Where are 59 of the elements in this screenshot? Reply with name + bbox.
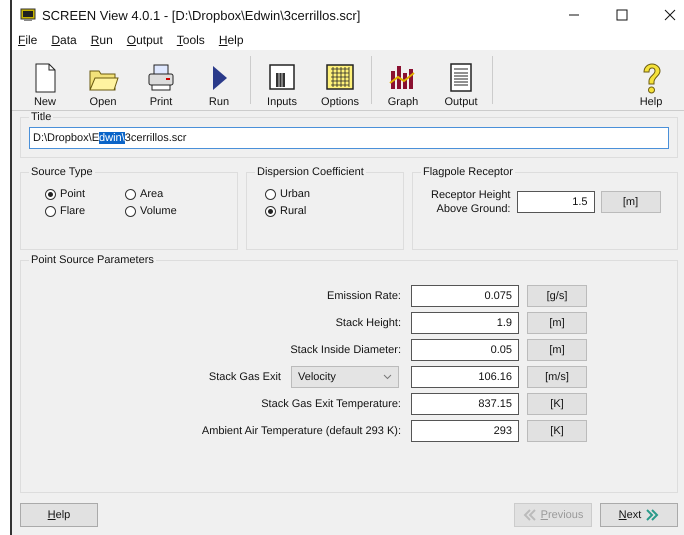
unit-button[interactable]: [K] [527, 392, 587, 414]
title-field[interactable]: D:\Dropbox\Edwin\3cerrillos.scr [29, 127, 669, 149]
field-label: Above Ground: [436, 202, 510, 216]
field-label: Receptor Height [431, 188, 510, 202]
app-icon [20, 8, 36, 22]
value-field[interactable]: 106.16 [411, 366, 519, 388]
menu-item[interactable]: File [18, 33, 38, 47]
toolbar-button[interactable]: Output [432, 52, 490, 108]
value-field[interactable]: 837.15 [411, 392, 519, 414]
value-field[interactable]: 0.05 [411, 338, 519, 360]
radio-option[interactable]: Volume [125, 205, 205, 217]
field-label: Ambient Air Temperature (default 293 K): [202, 424, 401, 436]
value-field[interactable]: 293 [411, 420, 519, 442]
unit-button[interactable]: [m] [527, 338, 587, 360]
unit-button[interactable]: [g/s] [527, 284, 587, 306]
radio-option[interactable]: Flare [45, 205, 125, 217]
field-label: Stack Height: [336, 316, 401, 328]
receptor-height-field[interactable]: 1.5 [516, 191, 594, 213]
group-label: Point Source Parameters [30, 254, 155, 266]
toolbar-button[interactable]: Graph [374, 52, 432, 108]
maximize-icon[interactable] [616, 9, 628, 21]
window-title: SCREEN View 4.0.1 - [D:\Dropbox\Edwin\3cerrillos.scr] [42, 8, 360, 22]
field-label: Stack Inside Diameter: [290, 344, 401, 356]
double-chevron-right-icon [645, 509, 660, 521]
unit-button[interactable]: [K] [527, 420, 587, 442]
toolbar-button[interactable]: New [16, 52, 74, 108]
toolbar-button[interactable]: Run [190, 52, 248, 108]
menu-item[interactable]: Data [51, 33, 77, 47]
value-field[interactable]: 1.9 [411, 312, 519, 334]
menu-item[interactable]: Help [218, 33, 244, 47]
toolbar-button[interactable]: Options [311, 52, 369, 108]
radio-option[interactable]: Rural [265, 205, 395, 217]
group-label: Source Type [30, 166, 94, 178]
menu-item[interactable]: Run [90, 33, 113, 47]
toolbar-button[interactable]: Inputs [253, 52, 311, 108]
unit-button[interactable]: [m] [527, 312, 587, 334]
menu-item[interactable]: Tools [176, 33, 205, 47]
next-button[interactable]: Next [600, 503, 678, 527]
unit-button[interactable]: [m/s] [527, 366, 587, 388]
unit-button[interactable]: [m] [600, 191, 660, 213]
help-button[interactable]: Help [20, 503, 98, 527]
close-icon[interactable] [664, 9, 676, 21]
radio-option[interactable]: Urban [265, 188, 395, 200]
toolbar-button[interactable]: Help [622, 52, 680, 108]
group-label: Flagpole Receptor [422, 166, 514, 178]
toolbar-button[interactable]: Print [132, 52, 190, 108]
group-label: Dispersion Coefficient [256, 166, 365, 178]
menu-item[interactable]: Output [126, 33, 163, 47]
dropdown[interactable]: Velocity [291, 366, 399, 388]
radio-option[interactable]: Point [45, 188, 125, 200]
field-label: Stack Gas Exit [208, 370, 281, 382]
value-field[interactable]: 0.075 [411, 284, 519, 306]
field-label: Stack Gas Exit Temperature: [261, 398, 401, 410]
group-label: Title [30, 111, 52, 123]
field-label: Emission Rate: [327, 290, 401, 302]
double-chevron-left-icon [522, 509, 537, 521]
toolbar-button[interactable]: Open [74, 52, 132, 108]
chevron-down-icon [383, 374, 392, 380]
radio-option[interactable]: Area [125, 188, 205, 200]
